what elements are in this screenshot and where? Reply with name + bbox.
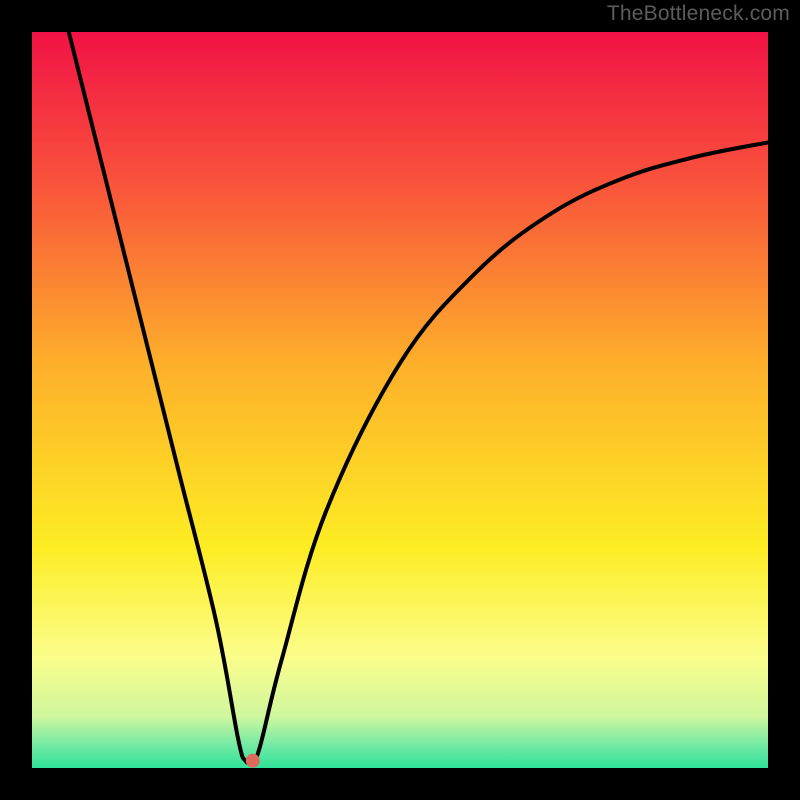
gradient-background	[32, 32, 768, 768]
chart-frame: TheBottleneck.com	[0, 0, 800, 800]
watermark-text: TheBottleneck.com	[607, 2, 790, 26]
bottleneck-chart	[32, 32, 768, 768]
optimum-marker	[246, 754, 260, 768]
plot-area	[32, 32, 768, 768]
